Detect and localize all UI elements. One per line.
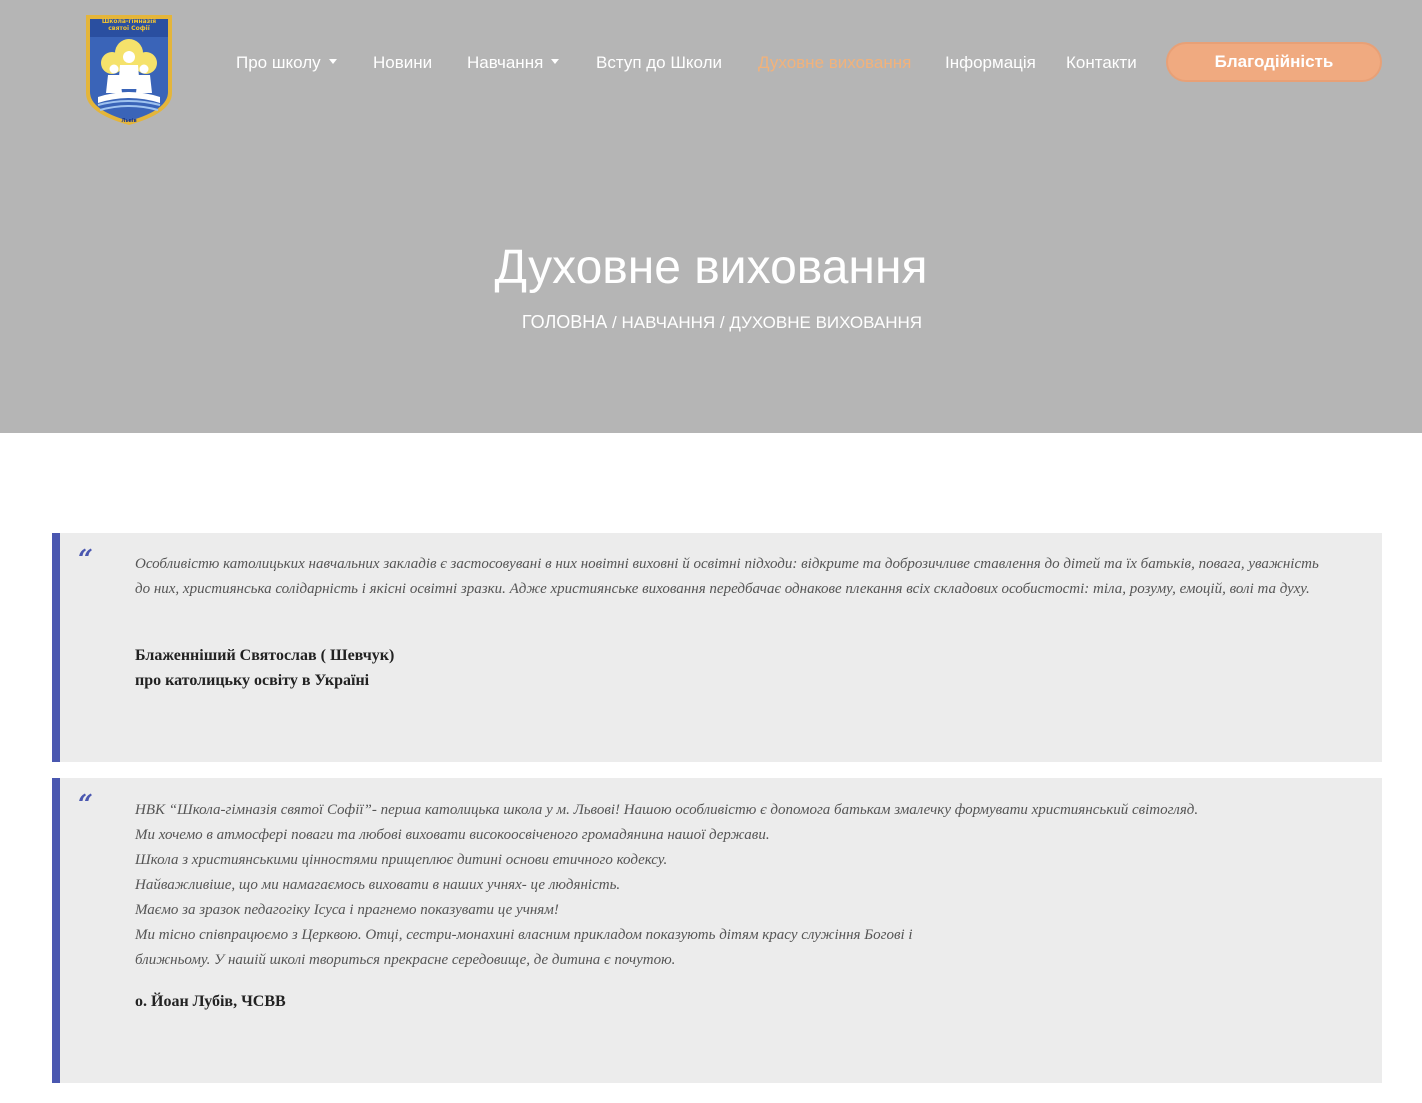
nav-item-education[interactable]: Навчання [467, 51, 560, 75]
quote-author-name: о. Йоан Лубів, ЧСВВ [135, 993, 286, 1010]
page-title: Духовне виховання [494, 241, 928, 294]
breadcrumb-home-link[interactable]: ГОЛОВНА [522, 312, 607, 332]
quote-mark-icon: “ [78, 790, 93, 820]
breadcrumb-separator: / [612, 313, 617, 332]
quote-line: НВК “Школа-гімназія святої Софії”- перша… [135, 802, 1199, 818]
quote-author-name: Блаженніший Святослав ( Шевчук) [135, 647, 395, 664]
quote-text: НВК “Школа-гімназія святої Софії”- перша… [135, 798, 1335, 973]
nav-item-spiritual-education[interactable]: Духовне виховання [758, 51, 911, 75]
nav-item-label: Інформація [945, 53, 1036, 72]
hero-banner: Школа-гімназія святої Софії Львів Про шк… [0, 0, 1422, 433]
breadcrumb-section-link[interactable]: НАВЧАННЯ [621, 313, 715, 332]
breadcrumb-separator: / [719, 313, 725, 332]
nav-item-about[interactable]: Про школу [236, 51, 337, 75]
quote-line: Найважливіше, що ми намагаємось виховати… [135, 877, 621, 893]
nav-item-news[interactable]: Новини [373, 51, 432, 75]
donate-button[interactable]: Благодійність [1166, 42, 1382, 82]
nav-item-label: Навчання [467, 53, 544, 72]
nav-item-label: Про школу [236, 53, 321, 72]
quote-author: Блаженніший Святослав ( Шевчук) про като… [135, 643, 394, 693]
quote-line: Ми тісно співпрацюємо з Церквою. Отці, с… [135, 927, 913, 943]
quote-line: Маємо за зразок педагогіку Ісуса і прагн… [135, 902, 559, 918]
breadcrumb-current: ДУХОВНЕ ВИХОВАННЯ [729, 313, 923, 332]
nav-item-label: Духовне виховання [758, 53, 912, 72]
quote-line: Школа з християнськими цінностями прищеп… [135, 852, 668, 868]
quote-author: о. Йоан Лубів, ЧСВВ [135, 989, 286, 1014]
breadcrumb: ГОЛОВНА / НАВЧАННЯ / ДУХОВНЕ ВИХОВАННЯ [0, 310, 1422, 335]
quote-line: Ми хочемо в атмосфері поваги та любові в… [135, 827, 770, 843]
quote-author-caption: про католицьку освіту в Україні [135, 672, 370, 689]
chevron-down-icon [328, 59, 337, 65]
nav-item-information[interactable]: Інформація [945, 51, 1036, 75]
main-nav: Про школу Новини Навчання Вступ до Школи… [0, 0, 1422, 126]
quote-block: “ Особливістю католицьких навчальних зак… [52, 533, 1382, 762]
quote-line: Особливістю католицьких навчальних закла… [135, 556, 1319, 597]
nav-item-label: Новини [373, 53, 433, 72]
nav-item-admission[interactable]: Вступ до Школи [596, 51, 722, 75]
quote-text: Особливістю католицьких навчальних закла… [135, 552, 1335, 602]
nav-item-contacts[interactable]: Контакти [1066, 51, 1137, 75]
nav-item-label: Вступ до Школи [596, 53, 723, 72]
chevron-down-icon [551, 59, 560, 65]
quote-line: ближньому. У нашій школі твориться прекр… [135, 952, 676, 968]
quote-mark-icon: “ [78, 545, 93, 575]
nav-item-label: Контакти [1066, 53, 1137, 72]
quote-block: “ НВК “Школа-гімназія святої Софії”- пер… [52, 778, 1382, 1083]
